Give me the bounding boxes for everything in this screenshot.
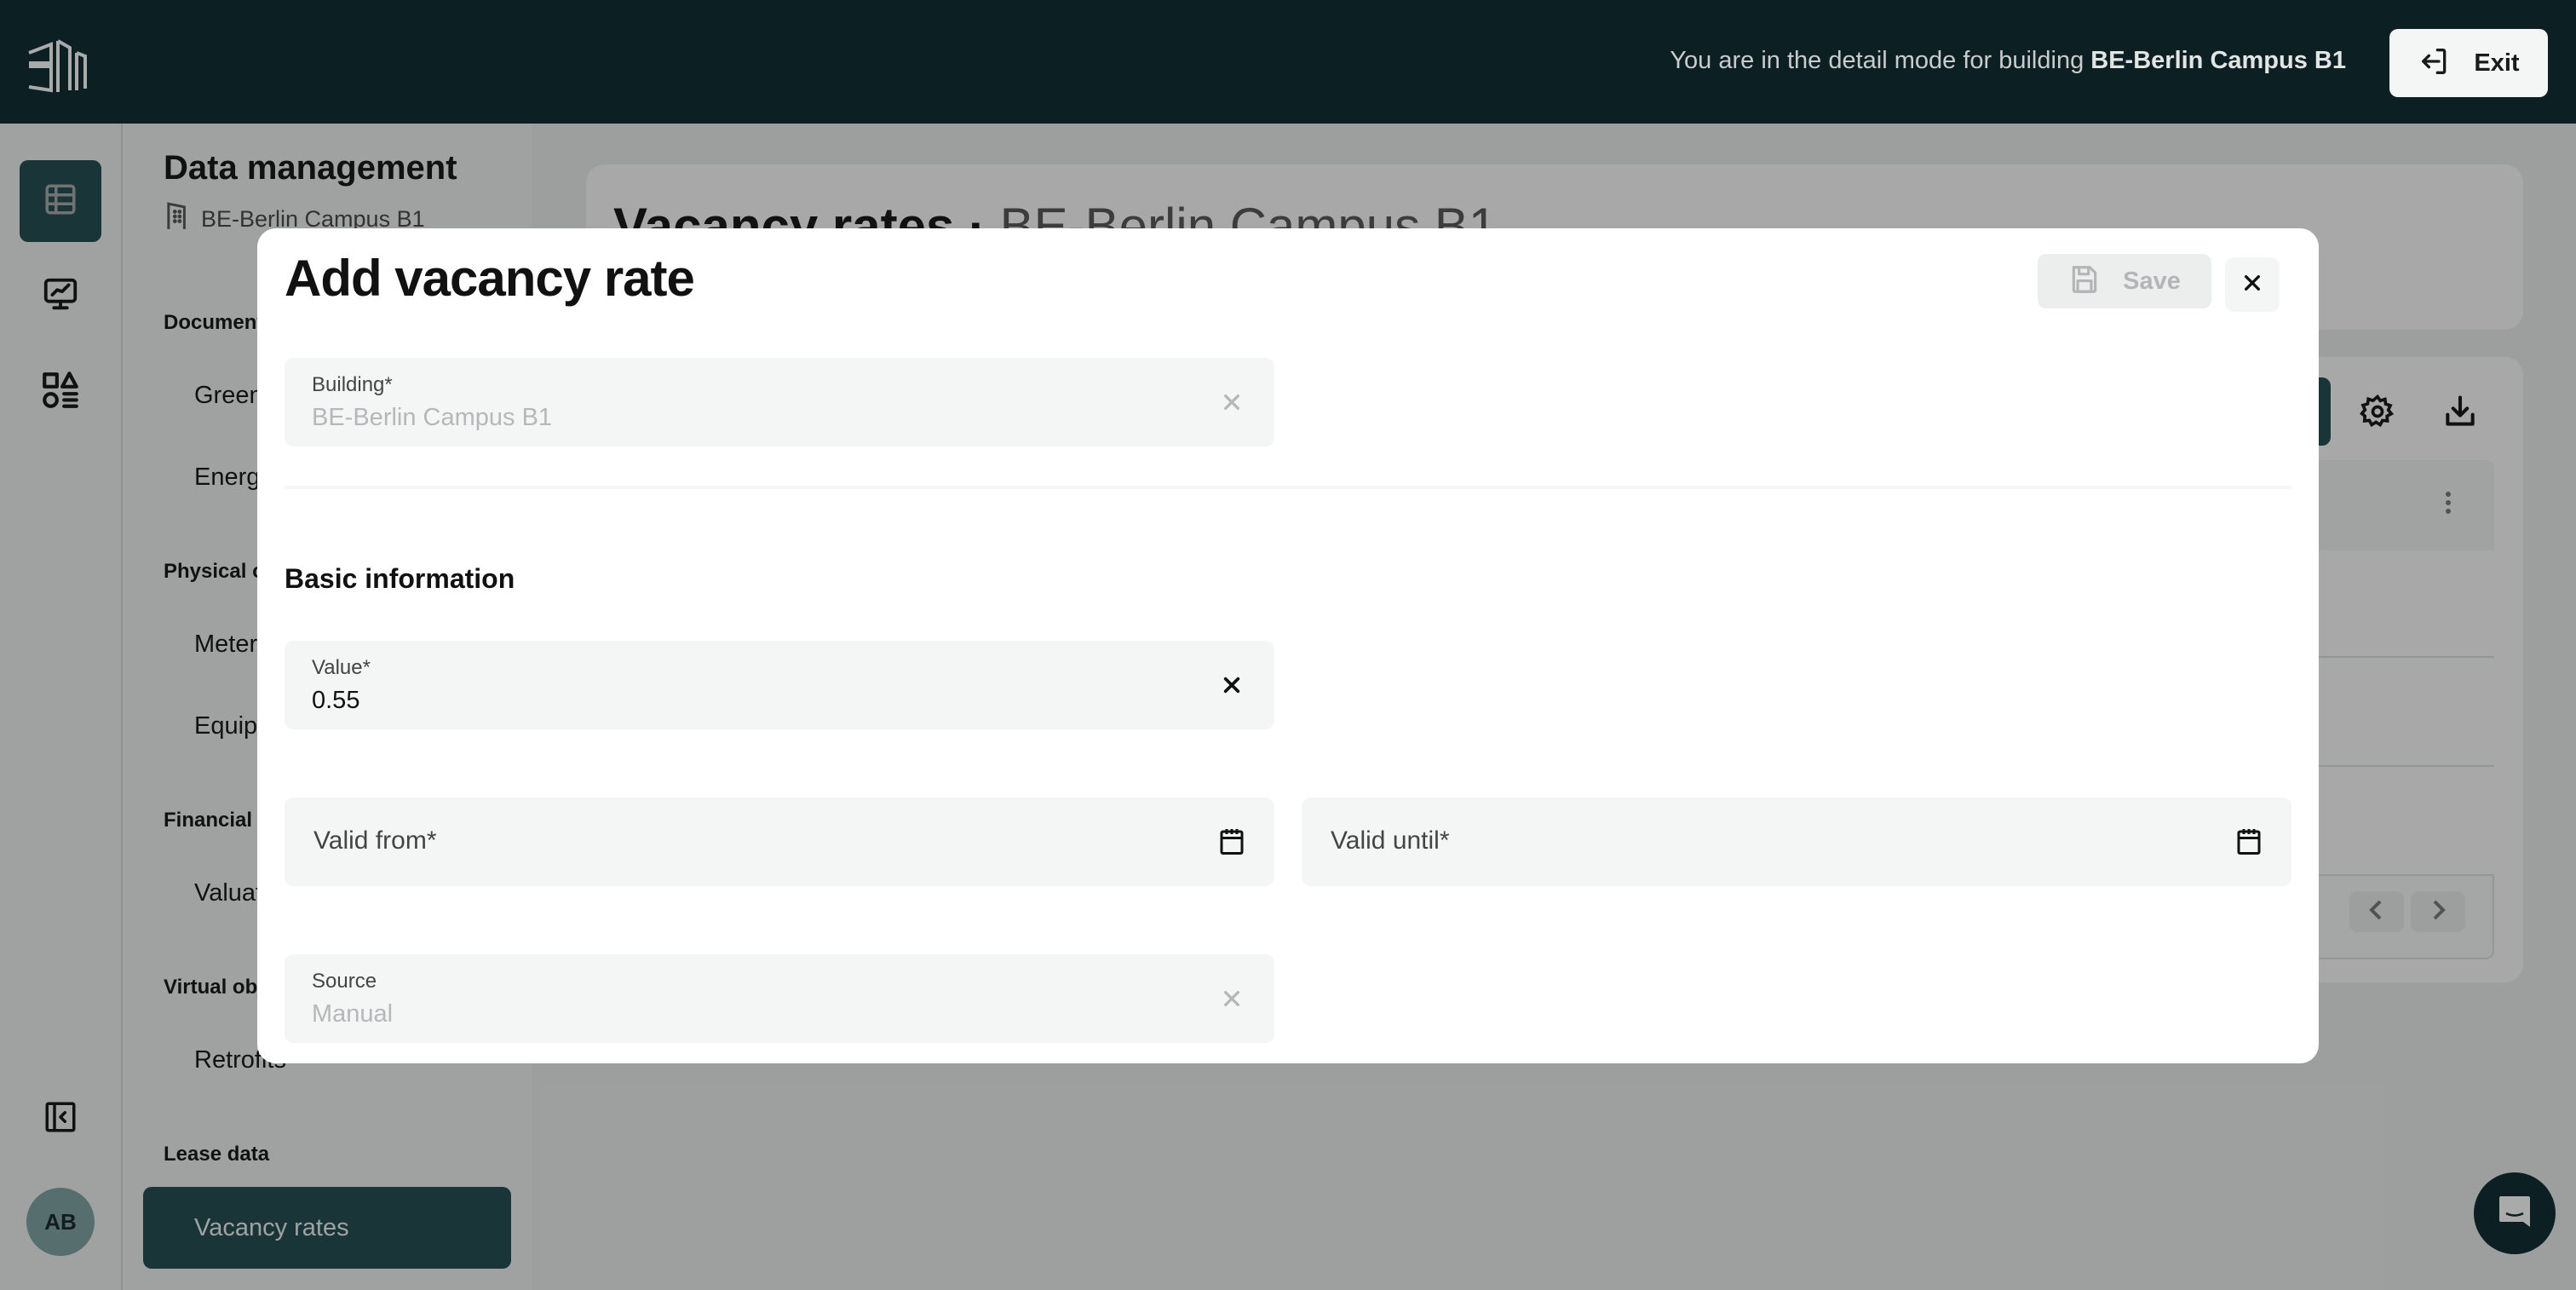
section-divider xyxy=(285,486,2291,489)
detail-mode-message: You are in the detail mode for building … xyxy=(1670,47,2346,75)
value-field-label: Value* xyxy=(312,656,371,679)
detail-mode-prefix: You are in the detail mode for building xyxy=(1670,47,2091,74)
exit-arrow-icon xyxy=(2418,44,2452,83)
chat-button[interactable] xyxy=(2474,1172,2556,1254)
valid-from-placeholder: Valid from* xyxy=(313,826,437,855)
valid-until-placeholder: Valid until* xyxy=(1331,826,1450,855)
valid-from-field[interactable]: Valid from* xyxy=(285,798,1274,886)
chat-icon xyxy=(2496,1195,2533,1233)
valid-until-field[interactable]: Valid until* xyxy=(1302,798,2291,886)
calendar-icon[interactable] xyxy=(1215,825,1249,859)
source-field-label: Source xyxy=(312,970,377,993)
source-field-value: Manual xyxy=(312,1000,394,1028)
close-button[interactable] xyxy=(2225,257,2280,312)
clear-value-icon[interactable] xyxy=(1215,668,1249,702)
calendar-icon[interactable] xyxy=(2232,825,2266,859)
source-field[interactable]: Source Manual xyxy=(285,954,1274,1043)
value-field[interactable]: Value* 0.55 xyxy=(285,641,1274,729)
close-icon xyxy=(2243,274,2262,297)
save-button[interactable]: Save xyxy=(2038,254,2211,308)
section-title-basic-information: Basic information xyxy=(285,563,515,594)
clear-building-icon[interactable] xyxy=(1215,385,1249,419)
add-vacancy-rate-modal: Add vacancy rate Save Building* BE-Berli… xyxy=(257,228,2319,1063)
detail-mode-building: BE-Berlin Campus B1 xyxy=(2090,47,2346,74)
building-field-value: BE-Berlin Campus B1 xyxy=(312,404,553,431)
save-label: Save xyxy=(2123,267,2181,295)
clear-source-icon[interactable] xyxy=(1215,982,1249,1016)
exit-button[interactable]: Exit xyxy=(2389,29,2548,97)
top-bar: You are in the detail mode for building … xyxy=(0,0,2576,124)
value-field-input[interactable]: 0.55 xyxy=(312,687,359,715)
exit-label: Exit xyxy=(2474,49,2520,77)
app-root: You are in the detail mode for building … xyxy=(0,0,2576,1290)
floppy-disk-icon xyxy=(2068,263,2101,300)
building-field-label: Building* xyxy=(312,373,393,396)
modal-title: Add vacancy rate xyxy=(285,250,695,307)
building-logo-icon[interactable] xyxy=(26,32,90,94)
building-field[interactable]: Building* BE-Berlin Campus B1 xyxy=(285,358,1274,446)
